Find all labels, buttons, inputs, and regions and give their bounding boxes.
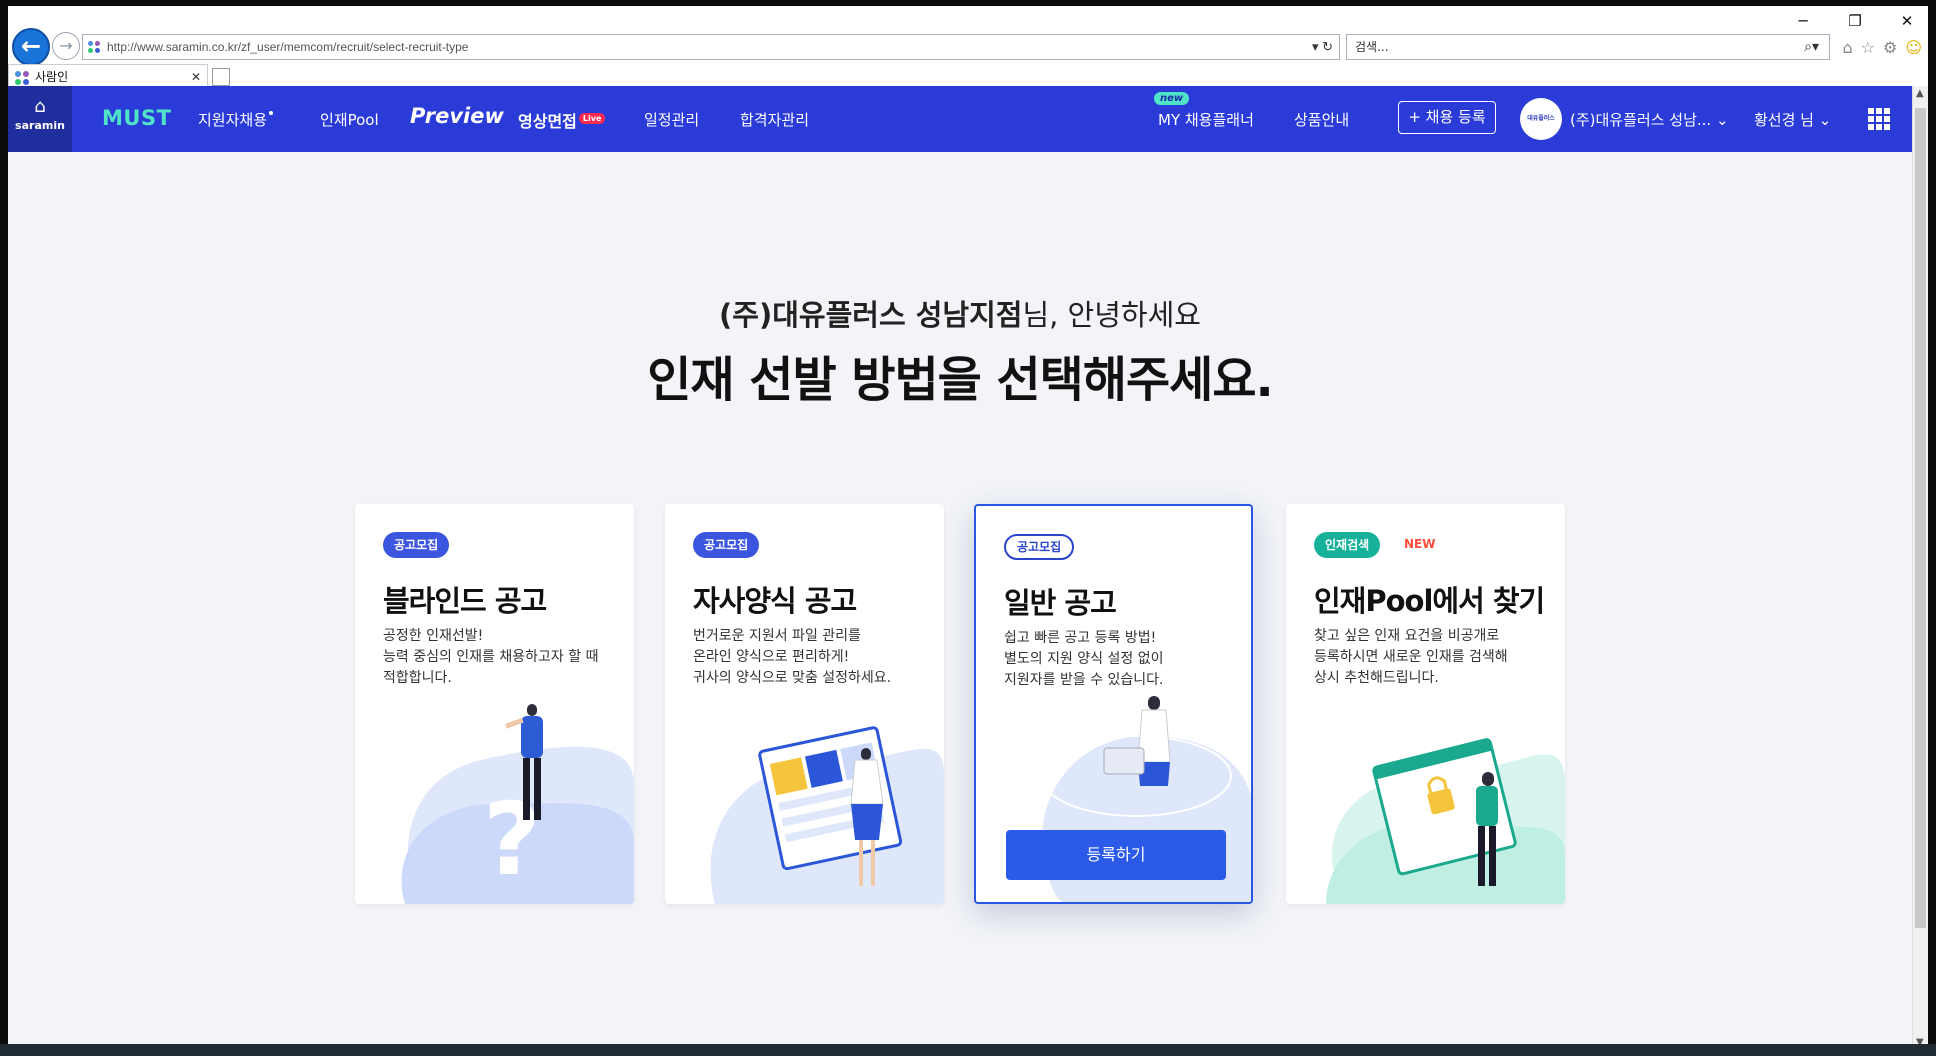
menu-passed-applicants[interactable]: 합격자관리 [740, 109, 809, 130]
card-badge: 공고모집 [383, 532, 450, 558]
back-arrow-icon[interactable]: ← [12, 28, 50, 66]
card-desc-line: 공정한 인재선발! [383, 628, 484, 644]
user-name: 황선경 님 [1754, 111, 1814, 129]
chevron-down-icon: ⌄ [1818, 111, 1832, 129]
home-label: saramin [15, 119, 65, 132]
card-desc-line: 찾고 싶은 인재 요건을 비공개로 [1314, 628, 1500, 644]
greeting-company: (주)대유플러스 성남지점 [719, 298, 1023, 332]
must-logo[interactable]: MUST [102, 106, 171, 130]
new-dot-icon [269, 111, 274, 115]
forward-arrow-icon[interactable]: → [52, 32, 80, 60]
company-avatar[interactable]: 대유플러스 [1520, 98, 1562, 140]
card-blind-post[interactable]: 공고모집 블라인드 공고 공정한 인재선발! 능력 중심의 인재를 채용하고자 … [355, 504, 634, 904]
search-placeholder: 검색... [1355, 40, 1389, 54]
card-title: 블라인드 공고 [383, 584, 547, 618]
vertical-scrollbar[interactable]: ▲ ▼ [1912, 86, 1928, 1050]
site-favicon-icon [88, 41, 100, 53]
card-title: 일반 공고 [1004, 586, 1117, 620]
browser-window: ─ ❐ ✕ ← → http://www.saramin.co.kr/zf_us… [0, 0, 1936, 1056]
new-badge: new [1154, 92, 1190, 105]
greeting-suffix: 님, 안녕하세요 [1022, 298, 1201, 332]
form-screen-illustration-icon [710, 726, 944, 904]
lock-screen-illustration-icon [1326, 738, 1565, 904]
favorites-star-icon[interactable]: ☆ [1861, 38, 1875, 57]
card-desc-line: 쉽고 빠른 공고 등록 방법! [1004, 630, 1157, 646]
site-header: ⌂ saramin MUST 지원자채용 인재Pool Preview 영상면접… [8, 86, 1912, 152]
menu-applicant-recruit[interactable]: 지원자채용 [198, 109, 274, 130]
question-illustration-icon: ? [401, 704, 634, 904]
refresh-icon[interactable]: ▾ ↻ [1312, 35, 1333, 59]
smiley-icon[interactable]: ☺ [1905, 38, 1922, 57]
browser-tool-icons: ⌂ ☆ ⚙ ☺ [1842, 38, 1922, 57]
card-desc-line: 번거로운 지원서 파일 관리를 [693, 628, 861, 644]
register-job-button[interactable]: + 채용 등록 [1398, 101, 1496, 134]
home-icon[interactable]: ⌂ [1842, 38, 1852, 57]
menu-schedule[interactable]: 일정관리 [644, 109, 699, 130]
settings-gear-icon[interactable]: ⚙ [1883, 38, 1897, 57]
greeting: (주)대유플러스 성남지점님, 안녕하세요 [8, 292, 1912, 334]
minimize-icon[interactable]: ─ [1790, 12, 1816, 30]
card-title: 자사양식 공고 [693, 584, 857, 618]
scroll-up-icon[interactable]: ▲ [1916, 88, 1924, 99]
card-badge: 공고모집 [693, 532, 760, 558]
menu-products[interactable]: 상품안내 [1294, 109, 1349, 130]
chevron-down-icon: ⌄ [1715, 111, 1729, 129]
scroll-thumb[interactable] [1915, 108, 1926, 928]
card-badge: 인재검색 [1314, 532, 1381, 558]
close-icon[interactable]: ✕ [1894, 12, 1920, 30]
menu-preview[interactable]: Preview [410, 104, 504, 128]
page-title: 인재 선발 방법을 선택해주세요. [647, 352, 1273, 408]
browser-search-input[interactable]: 검색... ⌕▾ [1346, 34, 1830, 60]
address-bar[interactable]: http://www.saramin.co.kr/zf_user/memcom/… [82, 34, 1340, 60]
restore-icon[interactable]: ❐ [1842, 12, 1868, 30]
apps-grid-icon[interactable] [1868, 108, 1890, 130]
card-talent-pool-search[interactable]: 인재검색 NEW 인재Pool에서 찾기 찾고 싶은 인재 요건을 비공개로 등… [1286, 504, 1565, 904]
main-content: (주)대유플러스 성남지점님, 안녕하세요 인재 선발 방법을 선택해주세요. … [8, 152, 1912, 1050]
status-bar [0, 1044, 1936, 1056]
url-text: http://www.saramin.co.kr/zf_user/memcom/… [107, 40, 469, 54]
tab-favicon-icon [15, 71, 29, 85]
live-badge: Live [578, 113, 606, 124]
card-general-post[interactable]: 공고모집 일반 공고 쉽고 빠른 공고 등록 방법! 별도의 지원 양식 설정 … [974, 504, 1253, 904]
register-button[interactable]: 등록하기 [1006, 830, 1226, 880]
tab-title: 사람인 [35, 70, 69, 84]
house-icon: ⌂ [34, 96, 46, 117]
menu-label: 영상면접 [518, 112, 577, 131]
card-company-form-post[interactable]: 공고모집 자사양식 공고 번거로운 지원서 파일 관리를 온라인 양식으로 편리… [665, 504, 944, 904]
home-button[interactable]: ⌂ saramin [8, 86, 72, 152]
company-name: (주)대유플러스 성남... [1570, 111, 1712, 129]
menu-my-planner[interactable]: MY 채용플래너 [1158, 109, 1254, 130]
svg-text:?: ? [483, 781, 541, 898]
menu-talent-pool[interactable]: 인재Pool [320, 109, 379, 130]
window-controls: ─ ❐ ✕ [1790, 12, 1920, 30]
menu-label: 지원자채용 [198, 111, 268, 129]
card-title: 인재Pool에서 찾기 [1314, 584, 1545, 618]
browser-toolbar: ─ ❐ ✕ ← → http://www.saramin.co.kr/zf_us… [8, 6, 1928, 90]
card-badge: 공고모집 [1004, 534, 1075, 560]
user-dropdown[interactable]: 황선경 님 ⌄ [1754, 109, 1831, 130]
new-tag: NEW [1404, 537, 1436, 551]
menu-video-interview[interactable]: 영상면접 Live [518, 108, 606, 132]
company-dropdown[interactable]: (주)대유플러스 성남... ⌄ [1570, 109, 1729, 130]
new-tab-icon[interactable] [212, 68, 230, 86]
search-icon[interactable]: ⌕▾ [1804, 35, 1819, 59]
